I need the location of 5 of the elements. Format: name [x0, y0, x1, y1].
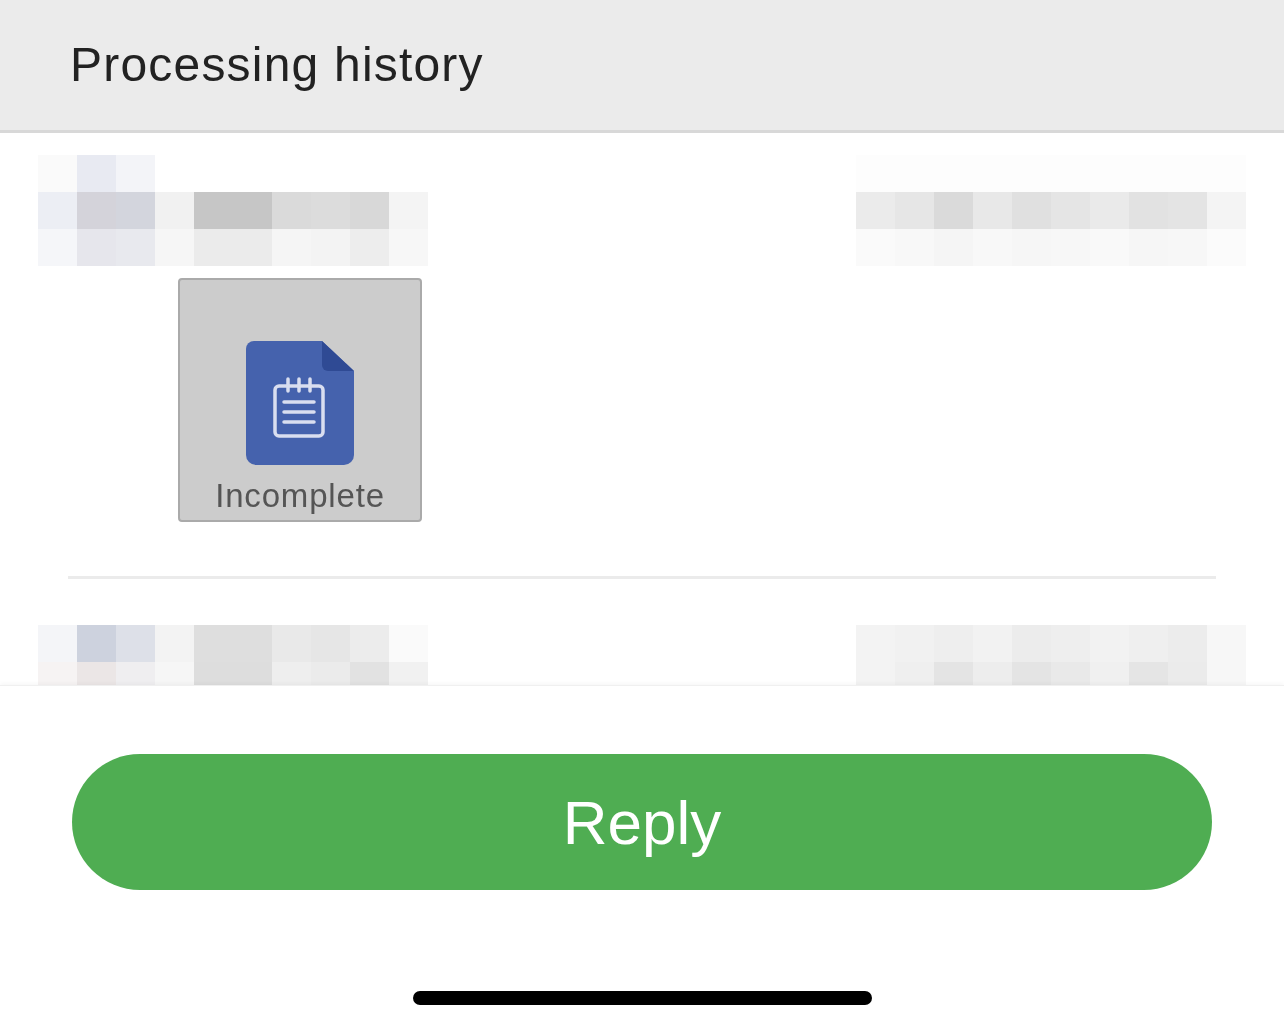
attachment-tile[interactable]: Incomplete: [178, 278, 422, 522]
document-icon: [246, 341, 354, 465]
attachment-label: Incomplete: [215, 479, 385, 512]
page-title: Processing history: [70, 37, 484, 93]
reply-button[interactable]: Reply: [72, 754, 1212, 890]
